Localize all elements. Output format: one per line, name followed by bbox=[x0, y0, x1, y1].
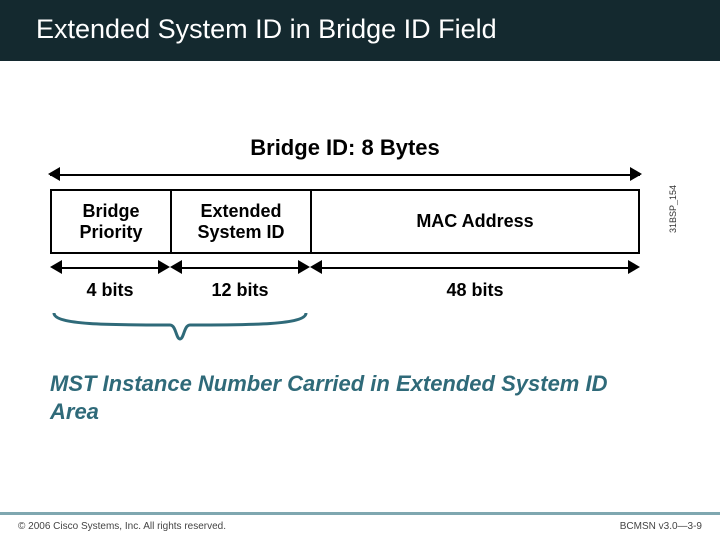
slide-footer: © 2006 Cisco Systems, Inc. All rights re… bbox=[0, 512, 720, 540]
slide-title-bar: Extended System ID in Bridge ID Field bbox=[0, 0, 720, 61]
footer-bar: © 2006 Cisco Systems, Inc. All rights re… bbox=[0, 515, 720, 540]
field-label: Bridge Priority bbox=[58, 201, 164, 242]
diagram-side-code: 31BSP_154 bbox=[668, 185, 678, 233]
arrowhead-left-icon bbox=[48, 167, 60, 181]
mst-instance-note: MST Instance Number Carried in Extended … bbox=[50, 370, 640, 425]
curly-brace-icon bbox=[50, 311, 310, 341]
bits-label-1: 12 bits bbox=[170, 280, 310, 301]
field-label: MAC Address bbox=[318, 211, 632, 232]
arrowhead-left-icon bbox=[310, 260, 322, 274]
arrow-line bbox=[50, 174, 640, 176]
field-width-arrows bbox=[50, 260, 640, 274]
bridge-id-diagram: Bridge ID: 8 Bytes Bridge Priority Exten… bbox=[50, 135, 640, 349]
bits-label-0: 4 bits bbox=[50, 280, 170, 301]
bits-arrow-0 bbox=[50, 260, 170, 274]
field-mac-address: MAC Address bbox=[312, 191, 638, 252]
slide-title: Extended System ID in Bridge ID Field bbox=[36, 14, 497, 44]
total-width-arrow bbox=[50, 167, 640, 181]
field-bridge-priority: Bridge Priority bbox=[52, 191, 172, 252]
arrowhead-right-icon bbox=[158, 260, 170, 274]
bits-label-2: 48 bits bbox=[310, 280, 640, 301]
bits-arrow-1 bbox=[170, 260, 310, 274]
course-ref: BCMSN v3.0—3-9 bbox=[620, 521, 702, 532]
field-extended-system-id: Extended System ID bbox=[172, 191, 312, 252]
bits-arrow-2 bbox=[310, 260, 640, 274]
arrowhead-left-icon bbox=[170, 260, 182, 274]
arrowhead-left-icon bbox=[50, 260, 62, 274]
field-label: Extended System ID bbox=[178, 201, 304, 242]
bits-labels: 4 bits 12 bits 48 bits bbox=[50, 280, 640, 301]
arrowhead-right-icon bbox=[628, 260, 640, 274]
arrowhead-right-icon bbox=[298, 260, 310, 274]
copyright-text: © 2006 Cisco Systems, Inc. All rights re… bbox=[18, 521, 226, 532]
field-boxes: Bridge Priority Extended System ID MAC A… bbox=[50, 189, 640, 254]
slide: Extended System ID in Bridge ID Field Br… bbox=[0, 0, 720, 540]
bridge-id-total-label: Bridge ID: 8 Bytes bbox=[50, 135, 640, 161]
curly-brace-wrap bbox=[50, 311, 310, 349]
arrowhead-right-icon bbox=[630, 167, 642, 181]
